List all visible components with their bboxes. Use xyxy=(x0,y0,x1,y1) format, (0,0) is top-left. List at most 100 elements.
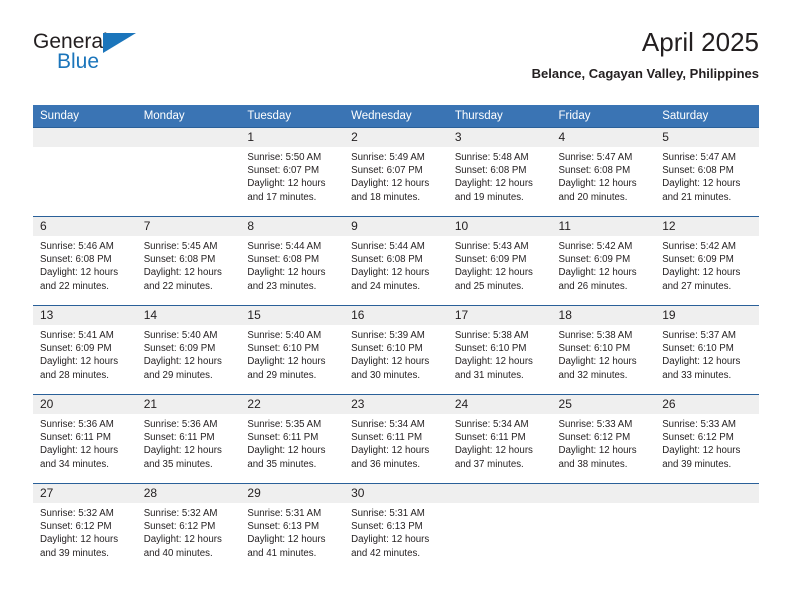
day-number: 6 xyxy=(33,217,137,236)
calendar-week-row: 20 Sunrise: 5:36 AM Sunset: 6:11 PM Dayligh… xyxy=(33,394,759,484)
day-number: 27 xyxy=(33,484,137,503)
calendar-day-cell[interactable]: 2 Sunrise: 5:49 AM Sunset: 6:07 PM Daylight… xyxy=(344,127,448,217)
calendar-day-cell[interactable]: 3 Sunrise: 5:48 AM Sunset: 6:08 PM Daylight… xyxy=(447,127,552,217)
calendar-day-cell-empty xyxy=(33,127,137,217)
calendar-day-cell[interactable]: 1 Sunrise: 5:50 AM Sunset: 6:07 PM Daylight… xyxy=(240,127,345,217)
calendar-page: General Blue April 2025 Belance, Cagayan… xyxy=(0,0,792,612)
daylight-text-line2: and 22 minutes. xyxy=(40,280,109,292)
day-details: Sunrise: 5:47 AM Sunset: 6:08 PM Daylight:… xyxy=(655,147,759,204)
day-details: Sunrise: 5:43 AM Sunset: 6:09 PM Daylight:… xyxy=(448,236,552,293)
calendar-day-cell[interactable]: 16 Sunrise: 5:39 AM Sunset: 6:10 PM Dayligh… xyxy=(344,305,448,395)
day-details: Sunrise: 5:31 AM Sunset: 6:13 PM Daylight:… xyxy=(344,503,448,560)
sunrise-text: Sunrise: 5:40 AM xyxy=(247,330,322,341)
day-details: Sunrise: 5:32 AM Sunset: 6:12 PM Daylight:… xyxy=(137,503,241,560)
daylight-text-line1: Daylight: 12 hours xyxy=(247,534,326,546)
calendar-day-cell[interactable]: 29 Sunrise: 5:31 AM Sunset: 6:13 PM Dayligh… xyxy=(240,483,345,573)
day-number xyxy=(447,484,552,503)
daylight-text-line2: and 28 minutes. xyxy=(40,369,109,381)
calendar-day-cell[interactable]: 5 Sunrise: 5:47 AM Sunset: 6:08 PM Daylight… xyxy=(655,127,759,217)
day-details: Sunrise: 5:40 AM Sunset: 6:10 PM Daylight:… xyxy=(240,325,344,382)
calendar-day-cell-empty xyxy=(655,483,759,573)
day-number: 30 xyxy=(344,484,448,503)
calendar-day-cell[interactable]: 28 Sunrise: 5:32 AM Sunset: 6:12 PM Dayligh… xyxy=(136,483,241,573)
sunrise-text: Sunrise: 5:48 AM xyxy=(454,152,529,163)
daylight-text-line2: and 41 minutes. xyxy=(247,547,317,559)
calendar-day-cell[interactable]: 25 Sunrise: 5:33 AM Sunset: 6:12 PM Dayligh… xyxy=(551,394,656,484)
day-number: 17 xyxy=(447,306,552,325)
sunrise-text: Sunrise: 5:35 AM xyxy=(247,419,322,430)
calendar-day-cell[interactable]: 21 Sunrise: 5:36 AM Sunset: 6:11 PM Dayligh… xyxy=(136,394,241,484)
daylight-text-line2: and 35 minutes. xyxy=(247,458,317,470)
calendar-day-cell[interactable]: 13 Sunrise: 5:41 AM Sunset: 6:09 PM Dayligh… xyxy=(33,305,137,395)
weekday-header-thursday: Thursday xyxy=(447,105,552,128)
day-number xyxy=(33,128,137,147)
calendar-day-cell[interactable]: 9 Sunrise: 5:44 AM Sunset: 6:08 PM Daylight… xyxy=(344,216,448,306)
sunset-text: Sunset: 6:08 PM xyxy=(143,254,216,266)
day-details: Sunrise: 5:35 AM Sunset: 6:11 PM Daylight:… xyxy=(240,414,344,471)
day-details: Sunrise: 5:45 AM Sunset: 6:08 PM Daylight:… xyxy=(137,236,241,293)
sunset-text: Sunset: 6:11 PM xyxy=(351,432,423,444)
calendar-week-row: 13 Sunrise: 5:41 AM Sunset: 6:09 PM Dayligh… xyxy=(33,305,759,395)
daylight-text-line1: Daylight: 12 hours xyxy=(454,267,533,279)
day-details: Sunrise: 5:49 AM Sunset: 6:07 PM Daylight:… xyxy=(344,147,448,204)
daylight-text-line2: and 20 minutes. xyxy=(558,191,628,203)
weekday-header-friday: Friday xyxy=(551,105,656,128)
calendar-day-cell[interactable]: 22 Sunrise: 5:35 AM Sunset: 6:11 PM Dayligh… xyxy=(240,394,345,484)
daylight-text-line2: and 31 minutes. xyxy=(454,369,524,381)
calendar-day-cell[interactable]: 10 Sunrise: 5:43 AM Sunset: 6:09 PM Dayligh… xyxy=(447,216,552,306)
day-number: 28 xyxy=(136,484,241,503)
sunrise-text: Sunrise: 5:42 AM xyxy=(662,241,736,252)
sunrise-text: Sunrise: 5:44 AM xyxy=(351,241,425,252)
calendar-day-cell[interactable]: 19 Sunrise: 5:37 AM Sunset: 6:10 PM Dayligh… xyxy=(655,305,759,395)
daylight-text-line2: and 39 minutes. xyxy=(662,458,732,470)
calendar-day-cell[interactable]: 17 Sunrise: 5:38 AM Sunset: 6:10 PM Dayligh… xyxy=(447,305,552,395)
calendar-day-cell[interactable]: 15 Sunrise: 5:40 AM Sunset: 6:10 PM Dayligh… xyxy=(240,305,345,395)
sunrise-text: Sunrise: 5:42 AM xyxy=(558,241,633,252)
calendar-day-cell[interactable]: 7 Sunrise: 5:45 AM Sunset: 6:08 PM Daylight… xyxy=(136,216,241,306)
calendar-day-cell[interactable]: 23 Sunrise: 5:34 AM Sunset: 6:11 PM Dayligh… xyxy=(344,394,448,484)
calendar-day-cell[interactable]: 30 Sunrise: 5:31 AM Sunset: 6:13 PM Dayligh… xyxy=(344,483,448,573)
day-number: 24 xyxy=(447,395,552,414)
daylight-text-line1: Daylight: 12 hours xyxy=(454,178,533,190)
sunrise-text: Sunrise: 5:37 AM xyxy=(662,330,736,341)
calendar-day-cell[interactable]: 11 Sunrise: 5:42 AM Sunset: 6:09 PM Dayligh… xyxy=(551,216,656,306)
daylight-text-line2: and 30 minutes. xyxy=(351,369,421,381)
calendar-day-cell[interactable]: 18 Sunrise: 5:38 AM Sunset: 6:10 PM Dayligh… xyxy=(551,305,656,395)
calendar-day-cell[interactable]: 12 Sunrise: 5:42 AM Sunset: 6:09 PM Dayligh… xyxy=(655,216,759,306)
day-details: Sunrise: 5:37 AM Sunset: 6:10 PM Daylight:… xyxy=(655,325,759,382)
daylight-text-line2: and 19 minutes. xyxy=(454,191,524,203)
calendar-day-cell[interactable]: 27 Sunrise: 5:32 AM Sunset: 6:12 PM Dayligh… xyxy=(33,483,137,573)
calendar-day-cell[interactable]: 24 Sunrise: 5:34 AM Sunset: 6:11 PM Dayligh… xyxy=(447,394,552,484)
day-details: Sunrise: 5:36 AM Sunset: 6:11 PM Daylight:… xyxy=(33,414,137,471)
sunrise-text: Sunrise: 5:41 AM xyxy=(40,330,114,341)
daylight-text-line1: Daylight: 12 hours xyxy=(247,267,326,279)
day-number: 2 xyxy=(344,128,448,147)
sunset-text: Sunset: 6:13 PM xyxy=(247,521,320,533)
daylight-text-line2: and 17 minutes. xyxy=(247,191,317,203)
sunrise-text: Sunrise: 5:33 AM xyxy=(662,419,736,430)
calendar-week-row: 6 Sunrise: 5:46 AM Sunset: 6:08 PM Daylight… xyxy=(33,216,759,306)
daylight-text-line1: Daylight: 12 hours xyxy=(351,178,430,190)
calendar-day-cell[interactable]: 20 Sunrise: 5:36 AM Sunset: 6:11 PM Dayligh… xyxy=(33,394,137,484)
daylight-text-line2: and 33 minutes. xyxy=(662,369,732,381)
sunset-text: Sunset: 6:13 PM xyxy=(351,521,423,533)
calendar-day-cell[interactable]: 4 Sunrise: 5:47 AM Sunset: 6:08 PM Daylight… xyxy=(551,127,656,217)
sunset-text: Sunset: 6:11 PM xyxy=(454,432,526,444)
daylight-text-line2: and 18 minutes. xyxy=(351,191,421,203)
daylight-text-line1: Daylight: 12 hours xyxy=(247,356,326,368)
sunrise-text: Sunrise: 5:38 AM xyxy=(558,330,633,341)
daylight-text-line2: and 37 minutes. xyxy=(454,458,524,470)
day-number: 22 xyxy=(240,395,345,414)
calendar-day-cell[interactable]: 14 Sunrise: 5:40 AM Sunset: 6:09 PM Dayligh… xyxy=(136,305,241,395)
day-number: 20 xyxy=(33,395,137,414)
sunrise-text: Sunrise: 5:36 AM xyxy=(143,419,218,430)
daylight-text-line1: Daylight: 12 hours xyxy=(351,534,430,546)
calendar-day-cell[interactable]: 26 Sunrise: 5:33 AM Sunset: 6:12 PM Dayligh… xyxy=(655,394,759,484)
weekday-header-monday: Monday xyxy=(136,105,241,128)
day-details: Sunrise: 5:41 AM Sunset: 6:09 PM Daylight:… xyxy=(33,325,137,382)
calendar-day-cell[interactable]: 8 Sunrise: 5:44 AM Sunset: 6:08 PM Daylight… xyxy=(240,216,345,306)
daylight-text-line1: Daylight: 12 hours xyxy=(247,178,326,190)
calendar-day-cell[interactable]: 6 Sunrise: 5:46 AM Sunset: 6:08 PM Daylight… xyxy=(33,216,137,306)
sunrise-text: Sunrise: 5:47 AM xyxy=(558,152,633,163)
sunset-text: Sunset: 6:09 PM xyxy=(662,254,734,266)
